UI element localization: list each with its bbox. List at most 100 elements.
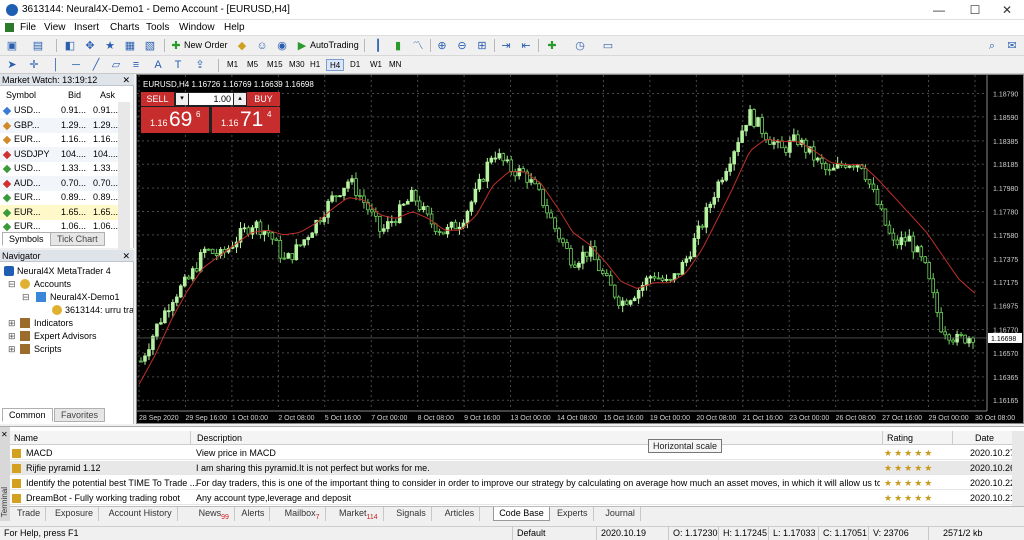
profiles-icon[interactable]: ▤ xyxy=(30,38,46,54)
chart-window[interactable]: 1.18790 1.18590 1.18385 1.18185 1.17980 1.177… xyxy=(136,74,1024,424)
tab-tick-chart[interactable]: Tick Chart xyxy=(50,232,105,246)
menu-view[interactable]: View xyxy=(44,22,66,33)
horizontal-line-icon[interactable]: ─ xyxy=(68,57,84,73)
bar-chart-icon[interactable]: ┃ xyxy=(370,38,386,54)
tab-common[interactable]: Common xyxy=(2,408,53,422)
label-icon[interactable]: T xyxy=(170,57,186,73)
tab-journal[interactable]: Journal xyxy=(600,507,641,521)
terminal-close-icon[interactable]: ✕ xyxy=(1,430,8,439)
timeframe-m5[interactable]: M5 xyxy=(244,59,261,71)
code-base-row[interactable]: Rijfie pyramid 1.12 I am sharing this pyr… xyxy=(10,461,1012,475)
market-watch-row[interactable]: USDJPY 104.... 104.... xyxy=(0,146,118,162)
tab-signals[interactable]: Signals xyxy=(391,507,432,521)
zoom-out-icon[interactable]: ⊖ xyxy=(454,38,470,54)
column-bid[interactable]: Bid xyxy=(68,88,81,102)
buy-button[interactable]: BUY xyxy=(247,92,280,106)
nav-scripts[interactable]: Scripts xyxy=(34,343,62,355)
menu-help[interactable]: Help xyxy=(224,22,245,33)
minimize-button[interactable]: — xyxy=(922,0,956,20)
column-symbol[interactable]: Symbol xyxy=(6,88,36,102)
code-base-row[interactable]: DreamBot - Fully working trading robot An… xyxy=(10,491,1012,505)
templates-icon[interactable]: ▭ xyxy=(600,38,616,54)
timeframe-h1[interactable]: H1 xyxy=(307,59,323,71)
column-date[interactable]: Date xyxy=(952,431,1012,445)
tab-account-history[interactable]: Account History xyxy=(104,507,178,521)
navigator-close-icon[interactable]: ✕ xyxy=(122,250,130,262)
nav-server[interactable]: Neural4X-Demo1 xyxy=(50,291,120,303)
code-base-row[interactable]: MACD View price in MACD ★★★★★ 2020.10.27 xyxy=(10,446,1012,460)
expand-experts-icon[interactable]: ⊞ xyxy=(8,330,16,342)
market-watch-row[interactable]: EUR... 0.89... 0.89... xyxy=(0,190,118,205)
terminal-icon[interactable]: ▦ xyxy=(122,38,138,54)
new-order-icon[interactable]: ✚ xyxy=(168,38,184,54)
expand-accounts-icon[interactable]: ⊟ xyxy=(8,278,16,290)
signals-icon[interactable]: ◉ xyxy=(274,38,290,54)
column-name[interactable]: Name xyxy=(10,431,190,445)
market-watch-row[interactable]: AUD... 0.70... 0.70... xyxy=(0,175,118,191)
arrows-icon[interactable]: ⇪ xyxy=(192,57,208,73)
lot-down-icon[interactable]: ▾ xyxy=(176,93,188,105)
timeframe-d1[interactable]: D1 xyxy=(347,59,363,71)
crosshair-icon[interactable]: ✛ xyxy=(26,57,42,73)
timeframe-h4[interactable]: H4 xyxy=(326,59,345,71)
menu-file[interactable]: File xyxy=(20,22,36,33)
timeframe-w1[interactable]: W1 xyxy=(367,59,385,71)
autotrading-icon[interactable]: ▶ xyxy=(294,38,310,54)
navigator-icon[interactable]: ★ xyxy=(102,38,118,54)
nav-root[interactable]: Neural4X MetaTrader 4 xyxy=(17,265,111,277)
search-icon[interactable]: ⌕ xyxy=(984,38,1000,54)
market-watch-row[interactable]: GBP... 1.29... 1.29... xyxy=(0,117,118,133)
tab-alerts[interactable]: Alerts xyxy=(236,507,271,521)
timeframe-mn[interactable]: MN xyxy=(386,59,404,71)
lot-up-icon[interactable]: ▴ xyxy=(234,93,246,105)
channel-icon[interactable]: ▱ xyxy=(108,57,124,73)
text-icon[interactable]: A xyxy=(150,57,166,73)
nav-expert-advisors[interactable]: Expert Advisors xyxy=(34,330,97,342)
vertical-line-icon[interactable]: │ xyxy=(48,57,64,73)
code-base-row[interactable]: Identify the potential best TIME To Trad… xyxy=(10,476,1012,490)
strategy-tester-icon[interactable]: ▧ xyxy=(142,38,158,54)
candlestick-icon[interactable]: ▮ xyxy=(390,38,406,54)
line-chart-icon[interactable]: 〽 xyxy=(410,38,426,54)
status-profile[interactable]: Default xyxy=(512,527,596,540)
expand-scripts-icon[interactable]: ⊞ xyxy=(8,343,16,355)
menu-charts[interactable]: Charts xyxy=(110,22,139,33)
chat-icon[interactable]: ✉ xyxy=(1004,38,1020,54)
tab-experts[interactable]: Experts xyxy=(552,507,594,521)
tab-code-base[interactable]: Code Base xyxy=(493,507,550,521)
trendline-icon[interactable]: ╱ xyxy=(88,57,104,73)
indicators-icon[interactable]: ✚ xyxy=(544,38,560,54)
tab-symbols[interactable]: Symbols xyxy=(2,232,51,246)
tab-mailbox[interactable]: Mailbox7 xyxy=(280,507,326,521)
lot-size-input[interactable]: 1.00 xyxy=(189,93,233,105)
tab-trade[interactable]: Trade xyxy=(12,507,47,521)
timeframe-m15[interactable]: M15 xyxy=(264,59,286,71)
market-watch-row[interactable]: EUR... 1.65... 1.65... xyxy=(0,204,118,220)
close-button[interactable]: ✕ xyxy=(990,0,1024,20)
menu-window[interactable]: Window xyxy=(179,22,215,33)
market-watch-row[interactable]: USD... 0.91... 0.91... xyxy=(0,103,118,118)
sell-button[interactable]: SELL xyxy=(141,92,174,106)
market-watch-row[interactable]: EUR... 1.16... 1.16... xyxy=(0,132,118,147)
autotrading-button[interactable]: AutoTrading xyxy=(310,40,359,50)
nav-indicators[interactable]: Indicators xyxy=(34,317,73,329)
metaeditor-icon[interactable]: ◆ xyxy=(234,38,250,54)
menu-tools[interactable]: Tools xyxy=(146,22,169,33)
sell-price-box[interactable]: 1.16 69 6 xyxy=(141,107,209,133)
cursor-icon[interactable]: ➤ xyxy=(4,57,20,73)
column-rating[interactable]: Rating xyxy=(882,431,952,445)
buy-price-box[interactable]: 1.16 71 4 xyxy=(212,107,280,133)
expand-indicators-icon[interactable]: ⊞ xyxy=(8,317,16,329)
tab-articles[interactable]: Articles xyxy=(440,507,481,521)
expand-server-icon[interactable]: ⊟ xyxy=(22,291,30,303)
column-description[interactable]: Description xyxy=(190,431,882,445)
chart-shift-icon[interactable]: ⇤ xyxy=(518,38,534,54)
tab-favorites[interactable]: Favorites xyxy=(54,408,106,422)
timeframe-m30[interactable]: M30 xyxy=(286,59,308,71)
market-watch-row[interactable]: USD... 1.33... 1.33... xyxy=(0,161,118,176)
tab-exposure[interactable]: Exposure xyxy=(50,507,100,521)
data-window-icon[interactable]: ✥ xyxy=(82,38,98,54)
nav-account[interactable]: 3613144: urru trad xyxy=(65,304,133,316)
community-icon[interactable]: ☺ xyxy=(254,38,270,54)
fibonacci-icon[interactable]: ≡ xyxy=(128,57,144,73)
